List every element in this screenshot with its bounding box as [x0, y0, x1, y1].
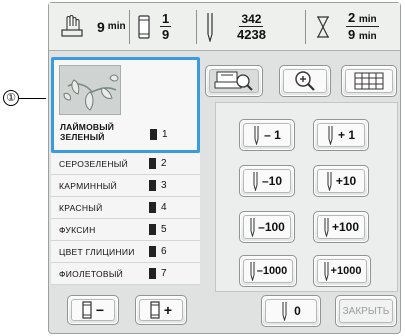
stitch-back-1000-button[interactable]: –1000: [239, 255, 297, 287]
thread-spool-icon: [149, 158, 156, 169]
stitch-counter: 342 4238: [197, 3, 305, 50]
next-color-button[interactable]: +: [135, 295, 187, 325]
list-item[interactable]: СЕРОЗЕЛЕНЫЙ 2: [51, 153, 200, 175]
hand-icon: [61, 14, 83, 37]
embroidery-panel: 9 min 1 9 342 4238 2 min 9 min ЛАЙМОВЫЙ …: [48, 2, 401, 334]
grid-button[interactable]: [341, 65, 397, 97]
thread-spool-icon: [149, 268, 156, 279]
current-color-number: 1: [162, 129, 168, 140]
callout-line: [19, 98, 46, 99]
callout-number: ①: [3, 90, 19, 106]
current-color-block: ЛАЙМОВЫЙ ЗЕЛЕНЫЙ 1: [51, 57, 200, 153]
thread-spool-icon: [149, 180, 156, 191]
stitch-back-10-button[interactable]: –10: [239, 165, 295, 197]
zoom-button[interactable]: [279, 65, 331, 97]
list-item[interactable]: ФУКСИН 5: [51, 219, 200, 241]
list-item[interactable]: ФИОЛЕТОВЫЙ 7: [51, 263, 200, 285]
needle-icon: [327, 172, 332, 191]
thread-spool-icon: [149, 224, 156, 235]
stitch-reset-button[interactable]: 0: [261, 295, 321, 327]
thread-spool-icon: [82, 301, 92, 319]
needle-icon: [324, 218, 329, 237]
needle-icon: [324, 262, 329, 281]
color-list[interactable]: СЕРОЗЕЛЕНЫЙ 2 КАРМИННЫЙ 3 КРАСНЫЙ 4 ФУКС…: [51, 153, 200, 285]
stitch-back-100-button[interactable]: –100: [239, 211, 295, 243]
stitch-back-1-button[interactable]: – 1: [239, 119, 295, 151]
thread-spool-icon: [150, 129, 157, 140]
stitch-forward-10-button[interactable]: +10: [313, 165, 369, 197]
needle-icon: [250, 262, 255, 281]
color-counter: 1 9: [130, 3, 196, 50]
grid-icon: [354, 72, 384, 90]
scan-frame-button[interactable]: [205, 65, 263, 97]
list-item[interactable]: КАРМИННЫЙ 3: [51, 175, 200, 197]
needle-icon: [328, 126, 333, 145]
thread-spool-icon: [149, 202, 156, 213]
machine-magnify-icon: [214, 71, 253, 91]
zoom-in-icon: [295, 71, 315, 91]
embroidery-preview: [59, 65, 121, 115]
hourglass-icon: [317, 15, 329, 38]
needle-icon: [282, 302, 287, 321]
close-button[interactable]: ЗАКРЫТЬ: [335, 295, 397, 327]
list-item[interactable]: КРАСНЫЙ 4: [51, 197, 200, 219]
needle-icon: [207, 12, 213, 42]
current-color-name: ЛАЙМОВЫЙ ЗЕЛЕНЫЙ: [60, 122, 115, 142]
previous-color-button[interactable]: −: [67, 295, 119, 325]
stitch-forward-1-button[interactable]: + 1: [313, 119, 369, 151]
stitch-forward-1000-button[interactable]: +1000: [313, 255, 371, 287]
remaining-time: 2 min 9 min: [306, 3, 400, 50]
needle-icon: [253, 172, 258, 191]
thread-spool-icon: [138, 14, 150, 39]
needle-icon: [254, 126, 259, 145]
thread-spool-icon: [149, 246, 156, 257]
stitch-forward-100-button[interactable]: +100: [313, 211, 369, 243]
thread-spool-icon: [150, 301, 160, 319]
needle-icon: [250, 218, 255, 237]
status-bar: 9 min 1 9 342 4238 2 min 9 min: [49, 3, 400, 51]
sewing-time: 9 min: [49, 3, 129, 50]
list-item[interactable]: ЦВЕТ ГЛИЦИНИИ 6: [51, 241, 200, 263]
